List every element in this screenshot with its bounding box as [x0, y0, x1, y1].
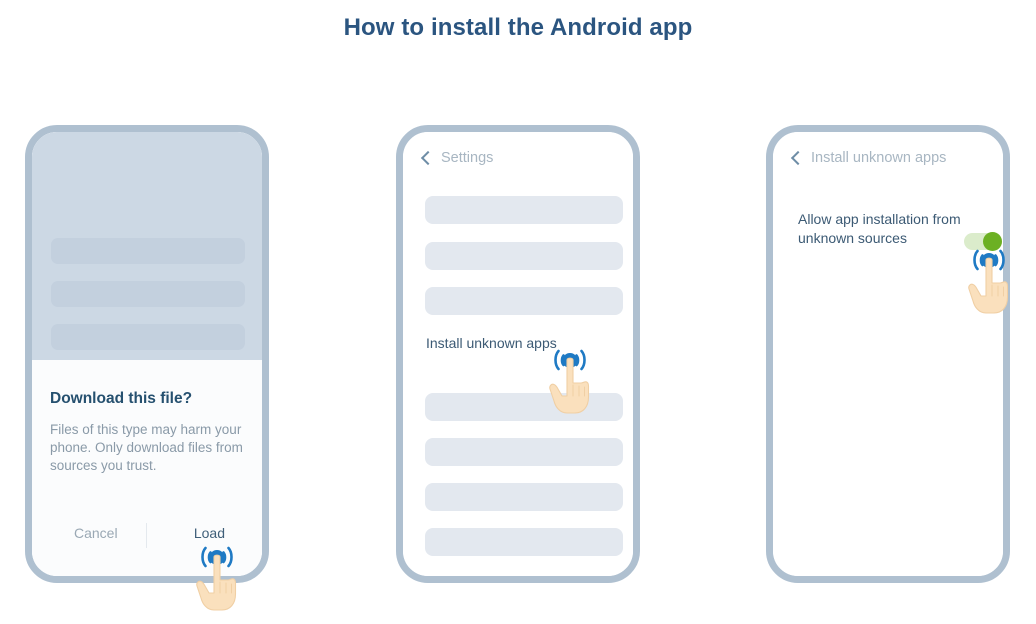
- phone-mockup-step-2: Settings Install unknown apps: [396, 125, 640, 583]
- placeholder-bar: [425, 528, 623, 556]
- placeholder-bar: [425, 242, 623, 270]
- phone-screen-step-1: Download this file? Files of this type m…: [32, 132, 262, 576]
- chevron-left-icon[interactable]: [420, 152, 432, 164]
- list-item-install-unknown-apps[interactable]: Install unknown apps: [426, 335, 557, 351]
- page-title: How to install the Android app: [343, 14, 693, 41]
- placeholder-bar: [425, 393, 623, 421]
- nav-bar-settings[interactable]: Settings: [420, 150, 493, 166]
- placeholder-bar: [51, 281, 245, 307]
- chevron-left-icon[interactable]: [790, 152, 802, 164]
- setting-label-allow-installation: Allow app installation from unknown sour…: [798, 211, 961, 247]
- dialog-title: Download this file?: [50, 390, 193, 407]
- download-dialog: Download this file? Files of this type m…: [32, 360, 262, 576]
- placeholder-bar: [425, 196, 623, 224]
- cancel-button[interactable]: Cancel: [74, 525, 118, 541]
- nav-bar-install-unknown-apps[interactable]: Install unknown apps: [790, 150, 946, 166]
- phone-screen-step-3: Install unknown apps Allow app installat…: [773, 132, 1003, 576]
- placeholder-bar: [425, 438, 623, 466]
- placeholder-bar: [425, 287, 623, 315]
- placeholder-bar: [425, 483, 623, 511]
- dimmed-backdrop: [32, 132, 262, 360]
- phone-mockup-step-3: Install unknown apps Allow app installat…: [766, 125, 1010, 583]
- placeholder-bar: [51, 324, 245, 350]
- action-divider: [146, 523, 147, 548]
- allow-installation-toggle[interactable]: [964, 232, 1002, 251]
- phone-mockup-step-1: Download this file? Files of this type m…: [25, 125, 269, 583]
- phone-screen-step-2: Settings Install unknown apps: [403, 132, 633, 576]
- toggle-knob: [983, 232, 1002, 251]
- load-button[interactable]: Load: [194, 525, 225, 541]
- placeholder-bar: [51, 238, 245, 264]
- nav-title: Install unknown apps: [811, 150, 947, 166]
- dialog-body-text: Files of this type may harm your phone. …: [50, 422, 243, 474]
- dialog-actions: Cancel Load: [32, 523, 262, 548]
- nav-title: Settings: [441, 150, 494, 166]
